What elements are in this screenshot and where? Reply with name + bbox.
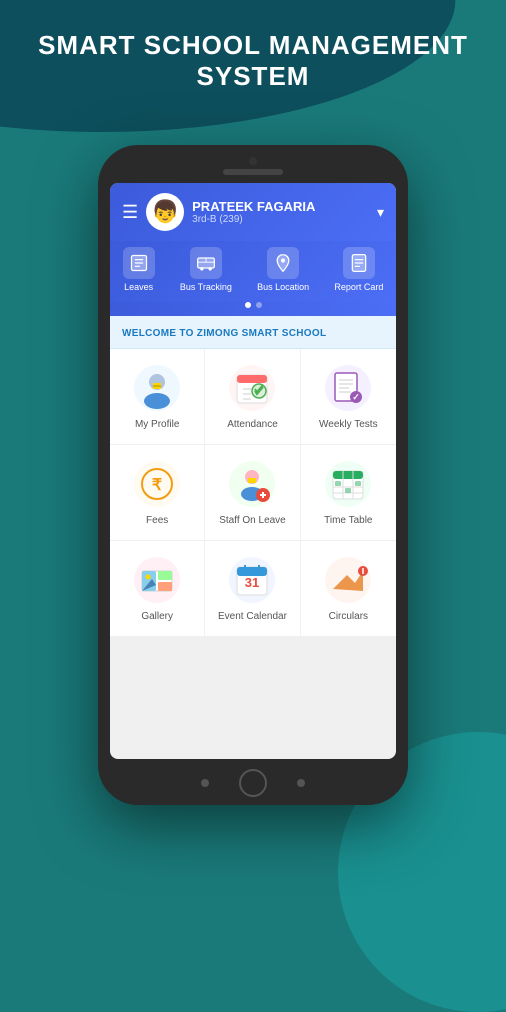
grid-item-attendance[interactable]: Attendance	[205, 349, 300, 445]
nav-item-bus-tracking[interactable]: Bus Tracking	[180, 247, 232, 292]
nav-item-bus-location[interactable]: Bus Location	[257, 247, 309, 292]
nav-item-leaves[interactable]: Leaves	[123, 247, 155, 292]
app-title: SMART SCHOOL MANAGEMENT SYSTEM	[0, 30, 506, 92]
hamburger-menu-icon[interactable]: ☰	[122, 202, 138, 223]
nav-bar: Leaves Bus Tracking	[110, 241, 396, 302]
leaves-label: Leaves	[124, 282, 153, 292]
grid-item-weekly-tests[interactable]: ✓ Weekly Tests	[301, 349, 396, 445]
phone-screen: ☰ 👦 PRATEEK FAGARIA 3rd-B (239) ▾	[110, 183, 396, 759]
home-button[interactable]	[239, 769, 267, 797]
welcome-banner: WELCOME TO ZIMONG SMART SCHOOL	[110, 316, 396, 349]
bus-tracking-label: Bus Tracking	[180, 282, 232, 292]
user-name: PRATEEK FAGARIA	[192, 199, 369, 214]
event-calendar-label: Event Calendar	[218, 611, 287, 622]
time-table-label: Time Table	[324, 515, 372, 526]
report-card-icon	[343, 247, 375, 279]
my-profile-label: My Profile	[135, 419, 179, 430]
recent-button[interactable]	[297, 779, 305, 787]
weekly-tests-label: Weekly Tests	[319, 419, 378, 430]
staff-on-leave-label: Staff On Leave	[219, 515, 286, 526]
svg-text:₹: ₹	[152, 477, 162, 494]
title-line1: SMART SCHOOL MANAGEMENT	[38, 30, 468, 60]
avatar-image: 👦	[151, 199, 178, 225]
user-class: 3rd-B (239)	[192, 214, 369, 225]
grid-item-event-calendar[interactable]: 31 Event Calendar	[205, 541, 300, 637]
user-info: PRATEEK FAGARIA 3rd-B (239)	[192, 199, 369, 225]
report-card-label: Report Card	[334, 282, 383, 292]
phone-bottom-bar	[110, 759, 396, 807]
welcome-text: WELCOME TO ZIMONG SMART SCHOOL	[122, 328, 326, 339]
gallery-label: Gallery	[141, 611, 173, 622]
phone-camera	[249, 157, 257, 165]
feature-grid: My Profile Attendanc	[110, 349, 396, 637]
attendance-icon	[227, 363, 277, 413]
dot-1	[245, 302, 251, 308]
back-button[interactable]	[201, 779, 209, 787]
time-table-icon	[323, 459, 373, 509]
dot-2	[256, 302, 262, 308]
phone-device: ☰ 👦 PRATEEK FAGARIA 3rd-B (239) ▾	[98, 145, 408, 805]
grid-item-fees[interactable]: ₹ Fees	[110, 445, 205, 541]
gallery-icon	[132, 555, 182, 605]
fees-icon: ₹	[132, 459, 182, 509]
bus-location-label: Bus Location	[257, 282, 309, 292]
avatar: 👦	[146, 193, 184, 231]
my-profile-icon	[132, 363, 182, 413]
grid-item-time-table[interactable]: Time Table	[301, 445, 396, 541]
grid-item-staff-on-leave[interactable]: Staff On Leave	[205, 445, 300, 541]
dropdown-arrow-icon[interactable]: ▾	[377, 204, 384, 221]
leaves-icon	[123, 247, 155, 279]
svg-text:✓: ✓	[353, 392, 361, 402]
phone-speaker	[223, 169, 283, 175]
bus-location-icon	[267, 247, 299, 279]
nav-item-report-card[interactable]: Report Card	[334, 247, 383, 292]
weekly-tests-icon: ✓	[323, 363, 373, 413]
fees-label: Fees	[146, 515, 168, 526]
page-dots	[110, 302, 396, 316]
circulars-icon: !	[323, 555, 373, 605]
bus-tracking-icon	[190, 247, 222, 279]
app-header: ☰ 👦 PRATEEK FAGARIA 3rd-B (239) ▾	[110, 183, 396, 241]
event-calendar-icon: 31	[227, 555, 277, 605]
circulars-label: Circulars	[329, 611, 368, 622]
staff-on-leave-icon	[227, 459, 277, 509]
svg-text:31: 31	[245, 575, 259, 590]
attendance-label: Attendance	[227, 419, 278, 430]
grid-item-gallery[interactable]: Gallery	[110, 541, 205, 637]
title-line2: SYSTEM	[197, 61, 310, 91]
grid-item-my-profile[interactable]: My Profile	[110, 349, 205, 445]
grid-item-circulars[interactable]: ! Circulars	[301, 541, 396, 637]
